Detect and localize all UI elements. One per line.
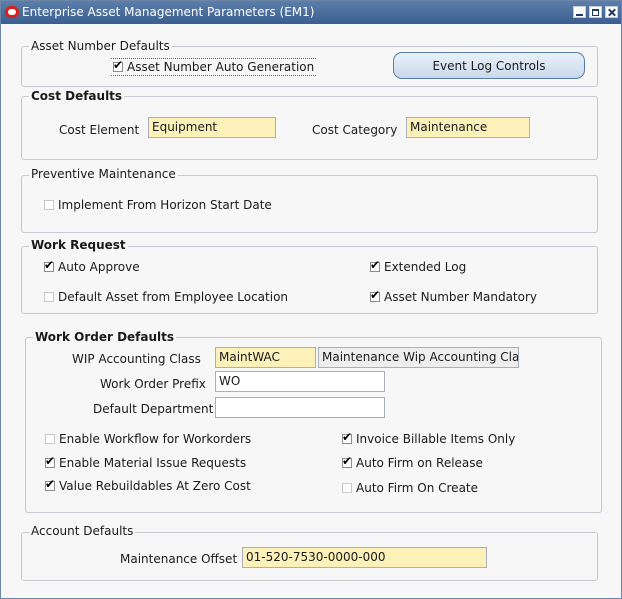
wip-accounting-class-field[interactable]: MaintWAC: [215, 347, 316, 368]
default-department-field[interactable]: [215, 397, 385, 418]
work-order-prefix-label: Work Order Prefix: [100, 377, 206, 391]
cost-element-label: Cost Element: [59, 123, 140, 137]
asset-number-auto-generation-label: Asset Number Auto Generation: [127, 60, 315, 74]
parameters-window: Enterprise Asset Management Parameters (…: [0, 0, 622, 599]
checkbox-checked-icon: [342, 454, 352, 468]
checkbox-checked-icon: [370, 258, 380, 272]
wip-accounting-class-label: WIP Accounting Class: [72, 352, 201, 366]
checkbox-checked-icon: [342, 430, 352, 444]
checkbox-checked-icon: [45, 477, 55, 491]
value-rebuildables-checkbox[interactable]: Value Rebuildables At Zero Cost: [45, 477, 251, 493]
implement-from-horizon-checkbox[interactable]: Implement From Horizon Start Date: [44, 198, 272, 212]
auto-firm-release-checkbox[interactable]: Auto Firm on Release: [342, 454, 483, 470]
default-department-label: Default Department: [93, 402, 214, 416]
wip-accounting-class-description: Maintenance Wip Accounting Clas: [318, 347, 519, 368]
preventive-maintenance-label: Preventive Maintenance: [29, 167, 178, 181]
checkbox-unchecked-icon: [44, 200, 54, 210]
minimize-icon[interactable]: [573, 6, 586, 18]
cost-category-field[interactable]: Maintenance: [406, 117, 530, 138]
account-defaults-label: Account Defaults: [29, 524, 136, 538]
checkbox-checked-icon: [44, 258, 54, 272]
value-rebuildables-label: Value Rebuildables At Zero Cost: [59, 479, 251, 493]
enable-material-issue-checkbox[interactable]: Enable Material Issue Requests: [45, 454, 247, 470]
asset-number-mandatory-label: Asset Number Mandatory: [384, 290, 537, 304]
cost-defaults-label: Cost Defaults: [29, 89, 125, 103]
window-title: Enterprise Asset Management Parameters (…: [22, 5, 315, 19]
maintenance-offset-field[interactable]: 01-520-7530-0000-000: [242, 547, 487, 568]
enable-workflow-label: Enable Workflow for Workorders: [59, 432, 252, 446]
cost-element-field[interactable]: Equipment: [148, 117, 276, 138]
work-request-label: Work Request: [29, 238, 128, 252]
work-order-defaults-label: Work Order Defaults: [33, 330, 177, 344]
work-order-prefix-field[interactable]: WO: [215, 371, 385, 392]
enable-material-issue-label: Enable Material Issue Requests: [59, 456, 247, 470]
enable-workflow-checkbox[interactable]: Enable Workflow for Workorders: [45, 432, 251, 446]
checkbox-unchecked-icon: [45, 434, 55, 444]
title-bar[interactable]: Enterprise Asset Management Parameters (…: [1, 1, 621, 24]
auto-approve-checkbox[interactable]: Auto Approve: [44, 258, 140, 274]
oracle-logo-icon: [5, 6, 19, 18]
asset-number-mandatory-checkbox[interactable]: Asset Number Mandatory: [370, 288, 537, 304]
extended-log-checkbox[interactable]: Extended Log: [370, 258, 467, 274]
checkbox-checked-icon: [370, 288, 380, 302]
checkbox-unchecked-icon: [44, 292, 54, 302]
maintenance-offset-label: Maintenance Offset: [120, 552, 238, 566]
auto-approve-label: Auto Approve: [58, 260, 140, 274]
checkbox-unchecked-icon: [342, 483, 352, 493]
auto-firm-create-checkbox[interactable]: Auto Firm On Create: [342, 481, 478, 495]
close-icon[interactable]: [605, 6, 618, 18]
cost-category-label: Cost Category: [312, 123, 398, 137]
invoice-billable-label: Invoice Billable Items Only: [356, 432, 516, 446]
checkbox-checked-icon: [113, 58, 123, 72]
asset-number-defaults-label: Asset Number Defaults: [29, 39, 172, 53]
auto-firm-create-label: Auto Firm On Create: [356, 481, 479, 495]
extended-log-label: Extended Log: [384, 260, 467, 274]
default-asset-label: Default Asset from Employee Location: [58, 290, 289, 304]
default-asset-checkbox[interactable]: Default Asset from Employee Location: [44, 290, 288, 304]
checkbox-checked-icon: [45, 454, 55, 468]
invoice-billable-checkbox[interactable]: Invoice Billable Items Only: [342, 430, 516, 446]
asset-number-auto-generation-checkbox[interactable]: Asset Number Auto Generation: [111, 58, 317, 76]
auto-firm-release-label: Auto Firm on Release: [356, 456, 483, 470]
maximize-icon[interactable]: [589, 6, 602, 18]
event-log-controls-button[interactable]: Event Log Controls: [393, 52, 585, 79]
implement-from-horizon-label: Implement From Horizon Start Date: [58, 198, 272, 212]
